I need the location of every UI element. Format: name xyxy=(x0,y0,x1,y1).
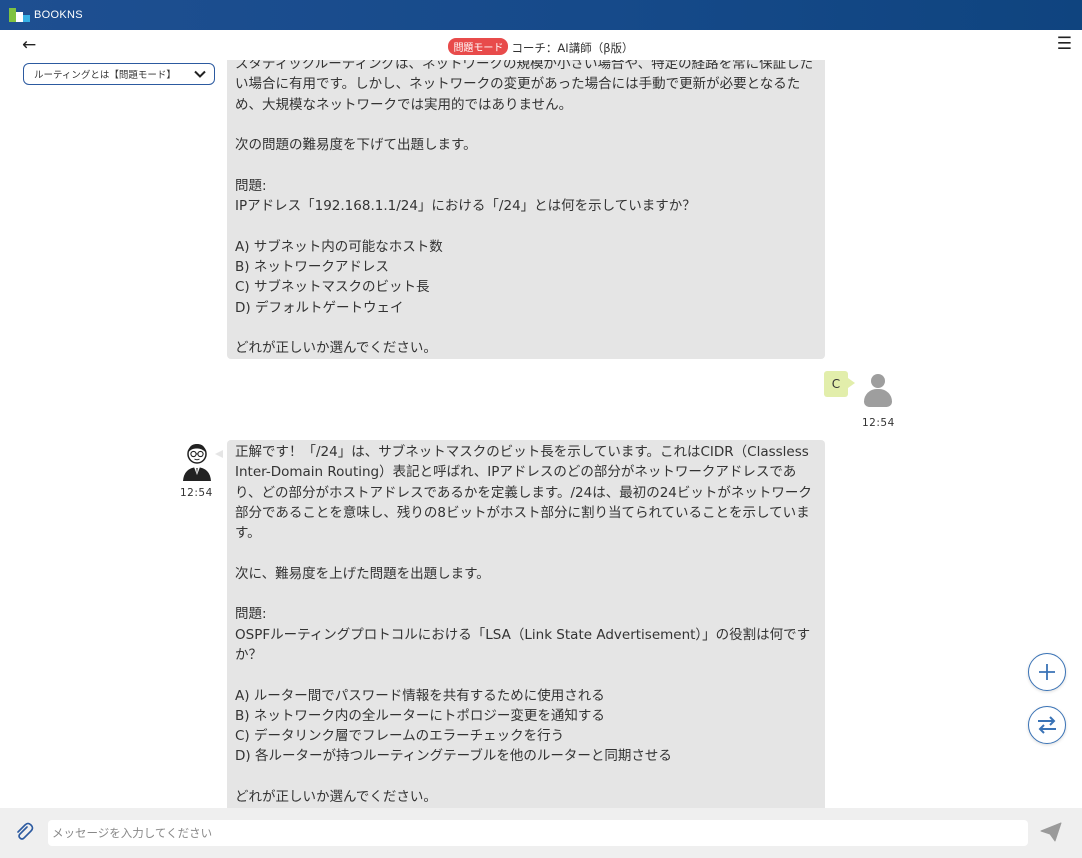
user-message-text: C xyxy=(831,377,841,391)
message-line: C) データリンク層でフレームのエラーチェックを行う xyxy=(235,728,565,745)
message-line: 問題: xyxy=(235,606,267,623)
message-line: 問題: xyxy=(235,177,267,194)
message-line: D) デフォルトゲートウェイ xyxy=(235,299,404,316)
message-line: どれが正しいか選んでください。 xyxy=(235,340,437,357)
coach-message-bubble: 正解です！「/24」は、サブネットマスクのビット長を示しています。これはCIDR… xyxy=(227,440,825,808)
coach-message-text: 正解です！「/24」は、サブネットマスクのビット長を示しています。これはCIDR… xyxy=(235,442,812,807)
message-input[interactable] xyxy=(48,820,1028,846)
message-line: り、どの部分がホストアドレスであるかを定義します。/24は、最初の24ビットがネ… xyxy=(235,484,812,501)
message-line: どれが正しいか選んでください。 xyxy=(235,789,437,806)
message-line: め、大規模なネットワークでは実用的ではありません。 xyxy=(235,96,573,113)
chat-header: ← 問題モード コーチ：AI講師（β版） ☰ xyxy=(0,30,1082,60)
message-line xyxy=(235,115,813,135)
message-line: 部分であることを意味し、残りの8ビットがホスト部分に割り当てられていることを示し… xyxy=(235,504,810,521)
message-line xyxy=(235,318,813,338)
brand-name: BOOKNS xyxy=(34,9,83,21)
paperclip-icon[interactable] xyxy=(14,822,34,842)
brand-logo-icon xyxy=(9,8,31,22)
message-line: す。 xyxy=(235,525,261,542)
topic-select[interactable]: ルーティングとは【問題モード】 xyxy=(23,63,215,85)
app-topbar: BOOKNS xyxy=(0,0,1082,30)
message-line xyxy=(235,584,812,604)
add-button[interactable] xyxy=(1028,653,1066,691)
message-line xyxy=(235,155,813,175)
message-line: OSPFルーティングプロトコルにおける「LSA（Link State Adver… xyxy=(235,626,811,643)
message-line xyxy=(235,543,812,563)
mode-badge: 問題モード xyxy=(448,38,509,55)
message-line: 次の問題の難易度を下げて出題します。 xyxy=(235,137,477,154)
send-icon[interactable] xyxy=(1040,822,1062,842)
chevron-down-icon xyxy=(193,67,207,84)
plus-icon xyxy=(1039,664,1055,680)
message-composer xyxy=(0,808,1082,858)
message-line: 次に、難易度を上げた問題を出題します。 xyxy=(235,565,490,582)
coach-message-time: 12:54 xyxy=(180,487,213,499)
message-line: B) ネットワークアドレス xyxy=(235,258,389,275)
message-line xyxy=(235,665,812,685)
switch-button[interactable] xyxy=(1028,706,1066,744)
coach-avatar-icon xyxy=(179,441,223,481)
message-line: B) ネットワーク内の全ルーターにトポロジー変更を通知する xyxy=(235,707,605,724)
user-avatar-icon xyxy=(862,372,894,408)
message-line xyxy=(235,216,813,236)
message-line: い場合に有用です。しかし、ネットワークの変更があった場合には手動で更新が必要とな… xyxy=(235,76,801,93)
topic-select-value: ルーティングとは【問題モード】 xyxy=(34,70,176,81)
user-message-time: 12:54 xyxy=(862,417,895,429)
message-line: IPアドレス「192.168.1.1/24」における「/24」とは何を示していま… xyxy=(235,198,696,215)
coach-message-text: スタティックルーティングは、ネットワークの規模が小さい場合や、特定の経路を常に保… xyxy=(235,60,813,358)
message-line: Inter-Domain Routing）表記と呼ばれ、IPアドレスのどの部分が… xyxy=(235,464,797,481)
user-message-bubble: C xyxy=(824,371,855,397)
message-line: A) ルーター間でパスワード情報を共有するために使用される xyxy=(235,687,605,704)
message-line: D) 各ルーターが持つルーティングテーブルを他のルーターと同期させる xyxy=(235,748,672,765)
message-line: スタティックルーティングは、ネットワークの規模が小さい場合や、特定の経路を常に保… xyxy=(235,60,814,72)
chat-area[interactable]: スタティックルーティングは、ネットワークの規模が小さい場合や、特定の経路を常に保… xyxy=(0,60,1082,808)
swap-icon xyxy=(1038,716,1056,734)
message-line: C) サブネットマスクのビット長 xyxy=(235,279,430,296)
message-line: A) サブネット内の可能なホスト数 xyxy=(235,238,443,255)
page-title: 問題モード コーチ：AI講師（β版） xyxy=(0,38,1082,56)
coach-title: コーチ：AI講師（β版） xyxy=(511,41,634,55)
coach-message-bubble: スタティックルーティングは、ネットワークの規模が小さい場合や、特定の経路を常に保… xyxy=(227,60,825,359)
message-line: 正解です！「/24」は、サブネットマスクのビット長を示しています。これはCIDR… xyxy=(235,444,809,460)
hamburger-menu-icon[interactable]: ☰ xyxy=(1057,34,1072,54)
message-line xyxy=(235,767,812,787)
message-line: か？ xyxy=(235,646,262,663)
